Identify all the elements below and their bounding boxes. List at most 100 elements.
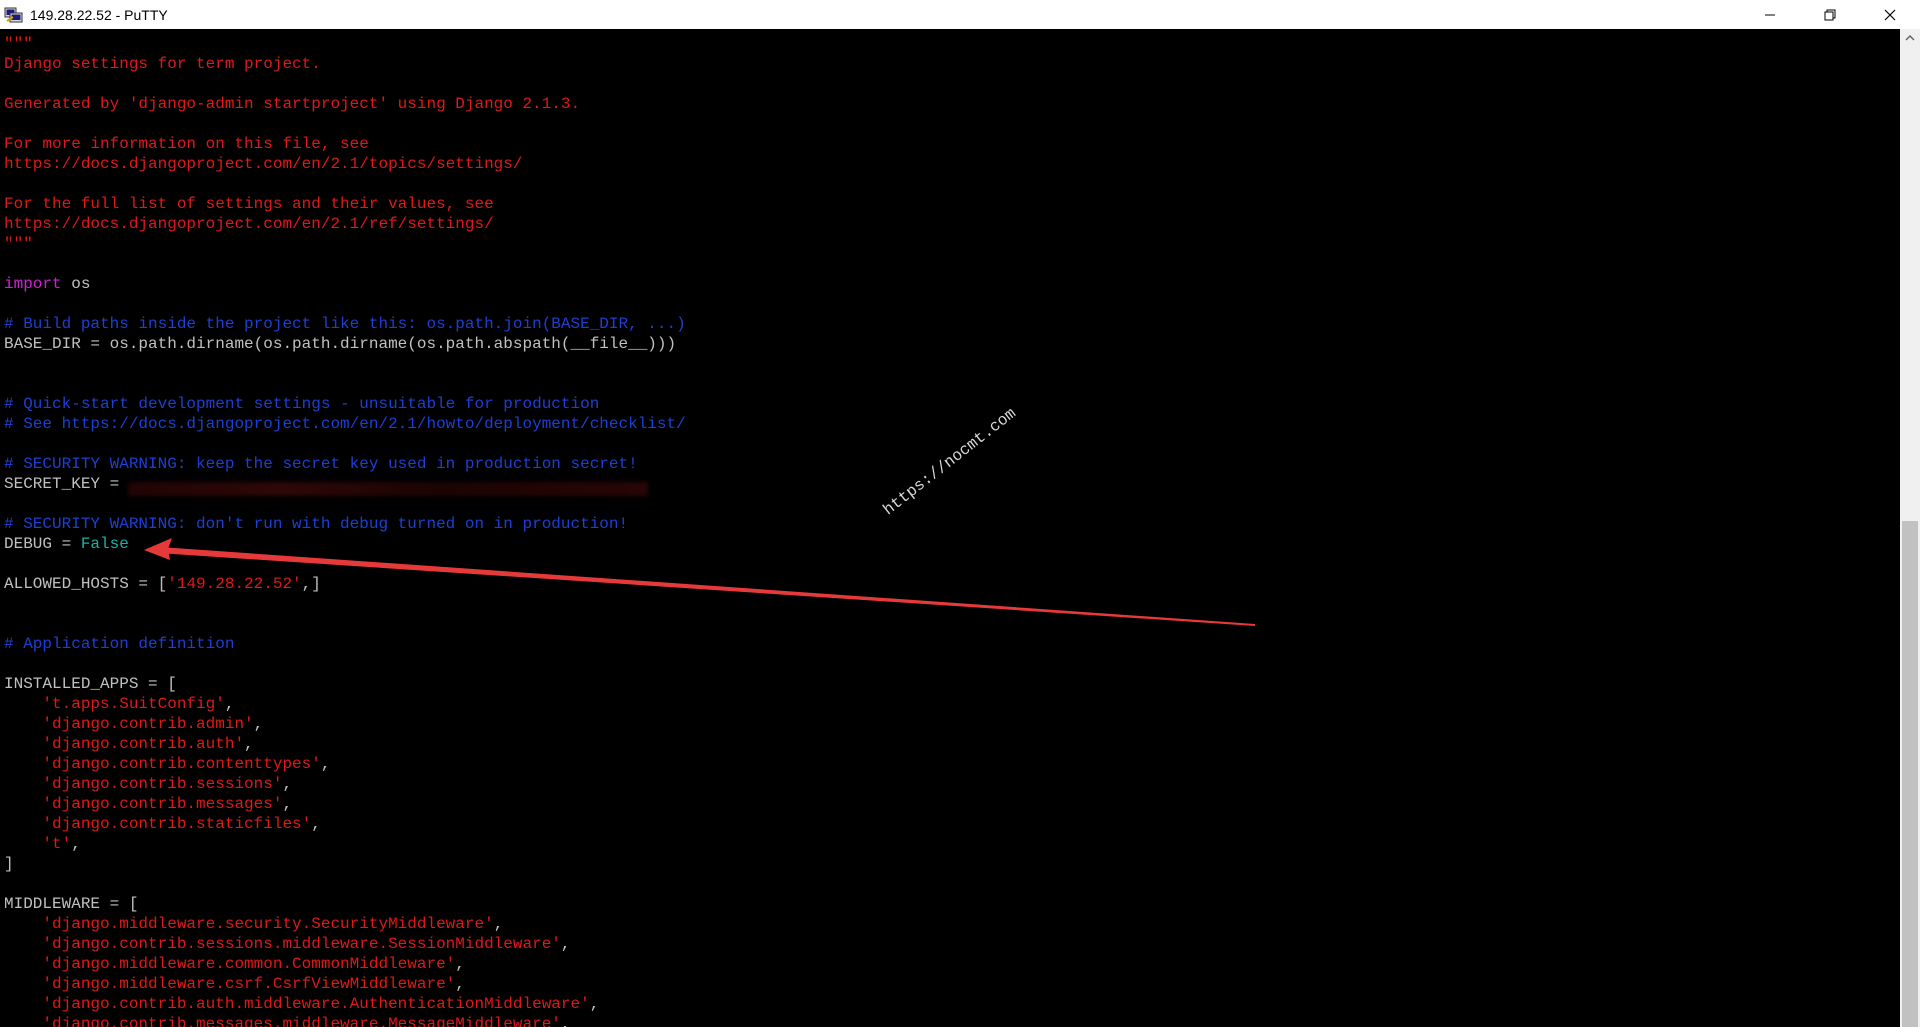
terminal-screen[interactable]: """ Django settings for term project. Gene… [0, 29, 1900, 1027]
terminal-line: INSTALLED_APPS = [ [4, 674, 177, 694]
code-token: 'django.contrib.auth' [42, 735, 245, 753]
terminal-line: 'django.contrib.sessions', [4, 774, 292, 794]
scroll-up-button[interactable] [1900, 29, 1920, 46]
code-token: 'django.middleware.csrf.CsrfViewMiddlewa… [42, 975, 456, 993]
terminal-line: 'django.contrib.messages', [4, 794, 292, 814]
code-token: # SECURITY WARNING: keep the secret key … [4, 455, 638, 473]
minimize-button[interactable] [1740, 0, 1800, 29]
code-token: , [589, 995, 600, 1013]
terminal-line: 'django.middleware.security.SecurityMidd… [4, 914, 503, 934]
code-token: , [455, 975, 465, 993]
putty-icon [4, 7, 23, 22]
code-token: 'django.middleware.common.CommonMiddlewa… [42, 955, 456, 973]
scroll-thumb[interactable] [1902, 521, 1918, 1027]
terminal-line: 'django.middleware.common.CommonMiddlewa… [4, 954, 464, 974]
terminal-line: https://docs.djangoproject.com/en/2.1/to… [4, 154, 522, 174]
terminal-line: 'django.contrib.auth', [4, 734, 254, 754]
code-token: 'django.middleware.security.SecurityMidd… [42, 915, 494, 933]
terminal-line: 'django.contrib.messages.middleware.Mess… [4, 1014, 571, 1027]
window-title: 149.28.22.52 - PuTTY [30, 6, 168, 23]
code-token: ] [4, 855, 14, 873]
code-token: 'django.contrib.contenttypes' [42, 755, 321, 773]
code-token: # Application definition [4, 635, 235, 653]
code-token: 'django.contrib.messages.middleware.Mess… [42, 1015, 561, 1027]
restore-icon [1824, 9, 1836, 20]
code-token: DEBUG = [4, 535, 81, 553]
code-token: For the full list of settings and their … [4, 195, 494, 213]
chevron-up-icon [1905, 35, 1915, 41]
code-token: BASE_DIR = os.path.dirname(os.path.dirna… [4, 335, 677, 353]
code-token: , [224, 695, 235, 713]
code-token: 't' [42, 835, 72, 853]
code-token: SECRET_KEY = [4, 475, 129, 493]
terminal-line: For more information on this file, see [4, 134, 369, 154]
code-token: False [80, 535, 129, 553]
code-token: For more information on this file, see [4, 135, 369, 153]
terminal-line: """ [4, 234, 33, 254]
terminal-line: For the full list of settings and their … [4, 194, 494, 214]
code-token: , [560, 1015, 571, 1027]
terminal-line: 't', [4, 834, 81, 854]
terminal-line: BASE_DIR = os.path.dirname(os.path.dirna… [4, 334, 676, 354]
code-token: Generated by 'django-admin startproject'… [4, 95, 581, 113]
terminal-line: 'django.middleware.csrf.CsrfViewMiddlewa… [4, 974, 465, 994]
terminal-line: ALLOWED_HOSTS = ['149.28.22.52',] [4, 574, 321, 594]
code-token: , [560, 935, 571, 953]
code-token: # Quick-start development settings - uns… [4, 395, 600, 413]
redacted-secret-key [128, 482, 648, 496]
terminal-line: # Build paths inside the project like th… [4, 314, 686, 334]
minimize-icon [1765, 14, 1775, 15]
code-token: import [4, 275, 62, 293]
terminal-line: 't.apps.SuitConfig', [4, 694, 234, 714]
code-token: MIDDLEWARE = [ [4, 895, 139, 913]
code-token: """ [4, 35, 33, 53]
code-token: , [282, 775, 293, 793]
code-token: os [61, 275, 91, 293]
code-token: '149.28.22.52' [167, 575, 302, 593]
code-token: 'django.contrib.staticfiles' [42, 815, 312, 833]
terminal-line: # SECURITY WARNING: don't run with debug… [4, 514, 628, 534]
vertical-scrollbar[interactable] [1900, 29, 1920, 1027]
title-bar[interactable]: 149.28.22.52 - PuTTY [0, 0, 1920, 29]
terminal-line: MIDDLEWARE = [ [4, 894, 138, 914]
terminal-line: DEBUG = False [4, 534, 129, 554]
terminal-line: 'django.contrib.admin', [4, 714, 263, 734]
code-token: 't.apps.SuitConfig' [42, 695, 225, 713]
code-token: 'django.contrib.auth.middleware.Authenti… [42, 995, 590, 1013]
terminal-line: # Quick-start development settings - uns… [4, 394, 599, 414]
code-token: ALLOWED_HOSTS = [ [4, 575, 168, 593]
terminal-line: Django settings for term project. [4, 54, 321, 74]
terminal-line: # See https://docs.djangoproject.com/en/… [4, 414, 686, 434]
terminal-line: 'django.contrib.contenttypes', [4, 754, 330, 774]
terminal-line: # SECURITY WARNING: keep the secret key … [4, 454, 638, 474]
restore-button[interactable] [1800, 0, 1860, 29]
code-token: 'django.contrib.admin' [42, 715, 254, 733]
code-token: , [253, 715, 264, 733]
code-token: , [71, 835, 81, 853]
code-token: Django settings for term project. [4, 55, 321, 73]
code-token: INSTALLED_APPS = [ [4, 675, 177, 693]
terminal-line: 'django.contrib.auth.middleware.Authenti… [4, 994, 599, 1014]
terminal-line: https://docs.djangoproject.com/en/2.1/re… [4, 214, 494, 234]
close-button[interactable] [1860, 0, 1920, 29]
terminal-line: ] [4, 854, 14, 874]
code-token: , [244, 735, 254, 753]
code-token: , [493, 915, 504, 933]
terminal-line: import os [4, 274, 90, 294]
code-token: https://docs.djangoproject.com/en/2.1/to… [4, 155, 523, 173]
code-token: , [282, 795, 293, 813]
code-token: 'django.contrib.sessions' [42, 775, 283, 793]
